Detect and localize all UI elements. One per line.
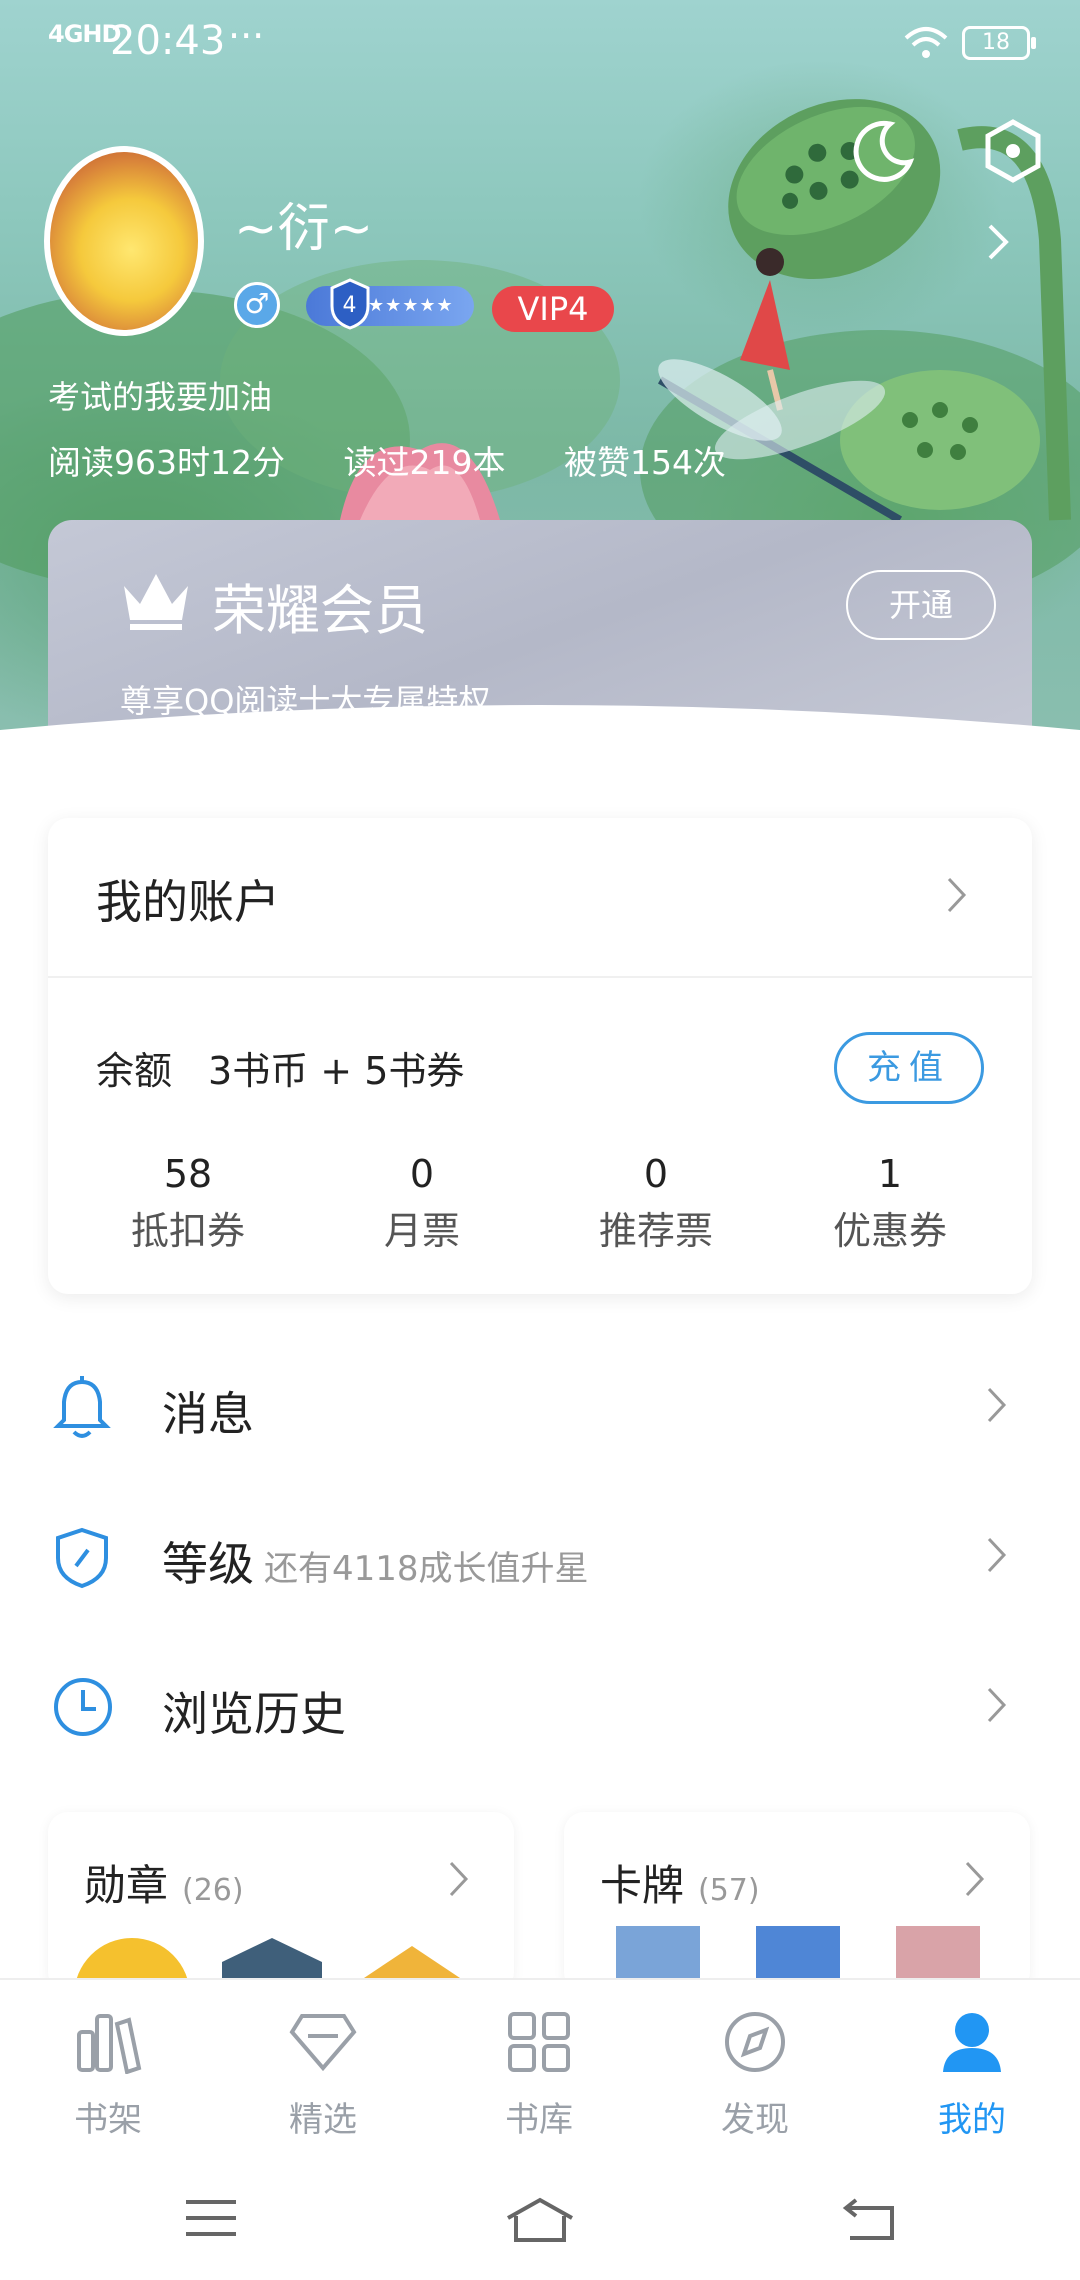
medals-title-text: 勋章 — [84, 1861, 169, 1910]
wifi-icon — [904, 27, 948, 58]
shield-icon — [56, 1527, 108, 1589]
nickname: ~衍~ — [234, 199, 374, 259]
menu-label: 等级 还有4118成长值升星 — [162, 1528, 589, 1594]
profile-motto: 考试的我要加油 — [48, 378, 273, 416]
chevron-right-icon — [965, 1861, 985, 1897]
medals-count: (26) — [182, 1873, 244, 1908]
menu-label: 浏览历史 — [162, 1687, 346, 1741]
chevron-right-icon — [987, 1537, 1007, 1573]
night-mode-icon[interactable] — [850, 118, 916, 184]
balance: 余额 3书币 + 5书券 — [96, 1040, 464, 1095]
level-label: 等级 — [162, 1537, 254, 1591]
medals-card[interactable]: 勋章 (26) — [48, 1812, 514, 1992]
settings-icon[interactable] — [980, 118, 1046, 184]
chevron-right-icon — [987, 1387, 1007, 1423]
user-icon — [943, 2013, 1001, 2072]
tab-featured[interactable]: 精选 — [243, 2010, 403, 2141]
account-title[interactable]: 我的账户 — [96, 866, 280, 932]
tab-library[interactable]: 书库 — [459, 2010, 619, 2141]
ticket-monthly[interactable]: 0 月票 — [322, 1152, 522, 1255]
bookshelf-icon — [77, 2014, 142, 2074]
gender-icon: ♂ — [234, 282, 280, 328]
notification-dots: ··· — [228, 14, 265, 58]
menu-label: 消息 — [162, 1387, 254, 1441]
account-chevron-icon[interactable] — [946, 876, 968, 914]
medals-title: 勋章 (26) — [84, 1852, 244, 1913]
cards-title: 卡牌 (57) — [600, 1852, 760, 1913]
chevron-right-icon — [987, 1687, 1007, 1723]
compass-icon — [725, 2012, 785, 2072]
tab-discover[interactable]: 发现 — [675, 2010, 835, 2141]
status-bar: 4GHD 20:43 ··· 18 — [0, 0, 1080, 84]
ticket-num: 0 — [409, 1152, 435, 1196]
profile-chevron-icon[interactable] — [986, 222, 1010, 262]
ticket-label: 推荐票 — [598, 1209, 713, 1253]
avatar[interactable] — [44, 146, 204, 336]
back-icon[interactable] — [842, 2196, 896, 2242]
recharge-button[interactable]: 充值 — [834, 1032, 984, 1104]
read-time: 阅读963时12分 — [48, 443, 285, 482]
balance-value: 3书币 + 5书券 — [208, 1049, 465, 1093]
ticket-deduction[interactable]: 58 抵扣券 — [88, 1152, 288, 1255]
menu-level[interactable]: 等级 还有4118成长值升星 — [0, 1480, 1080, 1630]
balance-label: 余额 — [96, 1049, 173, 1093]
tab-label: 书库 — [505, 2100, 573, 2140]
member-title: 荣耀会员 — [212, 579, 428, 642]
cards-card[interactable]: 卡牌 (57) — [564, 1812, 1030, 1992]
ticket-num: 58 — [163, 1152, 213, 1196]
vip-badge[interactable]: VIP4 — [492, 286, 614, 332]
grid-icon — [508, 2012, 570, 2072]
tab-label: 书架 — [74, 2100, 142, 2140]
ticket-label: 月票 — [383, 1209, 460, 1253]
cards-count: (57) — [698, 1873, 760, 1908]
clock: 20:43 — [110, 18, 226, 64]
tab-label: 精选 — [289, 2100, 357, 2140]
level-badge[interactable]: 4 ★★★★★ — [306, 278, 474, 330]
divider — [48, 976, 1032, 978]
level-hint: 还有4118成长值升星 — [264, 1549, 589, 1589]
tab-mine[interactable]: 我的 — [892, 2010, 1052, 2141]
profile-header: 4GHD 20:43 ··· 18 ~衍~ ♂ 4 ★★★★★ VIP4 考试的… — [0, 0, 1080, 760]
home-icon[interactable] — [504, 2196, 576, 2244]
open-membership-button[interactable]: 开通 — [846, 570, 996, 640]
ticket-num: 1 — [877, 1152, 903, 1196]
menu-history[interactable]: 浏览历史 — [0, 1630, 1080, 1780]
header-curve — [0, 705, 1080, 760]
menu-messages[interactable]: 消息 — [0, 1330, 1080, 1480]
level-stars: ★★★★★ — [368, 295, 454, 316]
menu-icon[interactable] — [184, 2196, 238, 2240]
books-read: 读过219本 — [343, 443, 506, 482]
tab-bar: 书架 精选 书库 发现 我的 — [0, 1978, 1080, 2160]
ticket-num: 0 — [643, 1152, 669, 1196]
clock-icon — [54, 1678, 112, 1736]
cards-title-text: 卡牌 — [600, 1861, 685, 1910]
battery-indicator: 18 — [962, 26, 1036, 60]
system-nav-bar — [0, 2160, 1080, 2280]
ticket-label: 优惠券 — [832, 1209, 947, 1253]
tab-label: 发现 — [721, 2100, 789, 2140]
level-number: 4 — [343, 293, 358, 318]
reading-stats: 阅读963时12分 读过219本 被赞154次 — [48, 436, 774, 484]
chevron-right-icon — [449, 1861, 469, 1897]
crown-icon — [124, 574, 188, 630]
ticket-recommend[interactable]: 0 推荐票 — [556, 1152, 756, 1255]
account-card: 我的账户 余额 3书币 + 5书券 充值 58 抵扣券 0 月票 0 推荐票 1 … — [48, 818, 1032, 1294]
diamond-icon — [289, 2014, 357, 2072]
tab-label: 我的 — [938, 2100, 1006, 2140]
bell-icon — [53, 1376, 111, 1438]
ticket-coupon[interactable]: 1 优惠券 — [790, 1152, 990, 1255]
ticket-label: 抵扣券 — [130, 1209, 245, 1253]
tab-bookshelf[interactable]: 书架 — [28, 2010, 188, 2141]
likes-count: 被赞154次 — [563, 443, 726, 482]
level-shield-icon: 4 — [330, 278, 370, 330]
